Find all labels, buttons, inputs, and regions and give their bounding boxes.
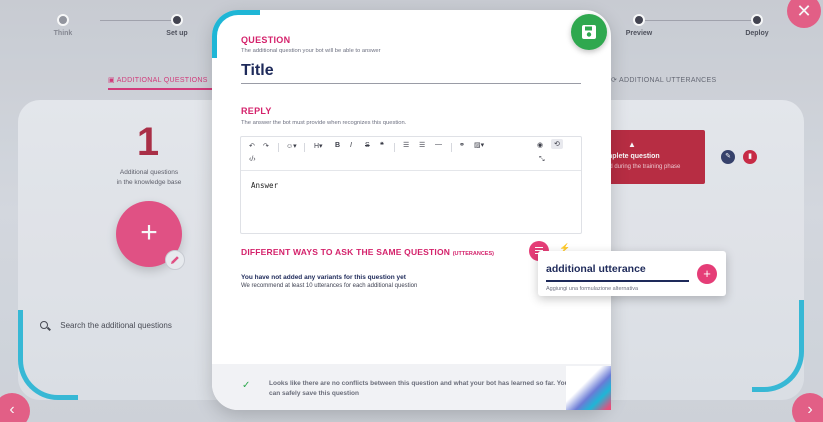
empty-state-title: You have not added any variants for this… [241,274,406,281]
toolbar-separator [451,143,452,152]
question-input[interactable]: Title [241,62,274,80]
fullscreen-icon[interactable]: ⤡ [539,156,545,164]
reply-heading: REPLY [241,106,272,116]
question-underline [241,83,581,84]
toolbar-separator [304,143,305,152]
decorative-arc [212,10,260,58]
bold-icon[interactable]: B [335,142,340,149]
utterances-heading-suffix: (UTTERANCES) [452,251,494,257]
add-utterance-popover: additional utterance Aggiungi una formul… [538,251,726,296]
conflict-status-text: Looks like there are no conflicts betwee… [269,380,569,397]
floppy-disk-icon [582,25,596,39]
utterances-heading-text: DIFFERENT WAYS TO ASK THE SAME QUESTION [241,247,451,257]
reply-text-area[interactable]: Answer [251,181,278,190]
save-button[interactable] [571,14,607,50]
code-icon[interactable]: ‹/› [249,156,256,163]
preview-eye-icon[interactable]: ◉ [537,141,543,149]
strikethrough-icon[interactable]: S [365,142,370,149]
horizontal-rule-icon[interactable]: — [435,141,442,148]
plus-icon: + [703,266,711,281]
editor-toolbar: ↶ ↷ ☺▾ H▾ B I S ❝ ☰ ☰ — ⚭ ▨▾ ◉ ⟲ ‹/› ⤡ [241,137,581,171]
question-subtitle: The additional question your bot will be… [241,48,381,54]
numbered-list-icon[interactable]: ☰ [419,141,425,149]
quote-icon[interactable]: ❝ [380,141,384,149]
emoji-icon[interactable]: ☺▾ [286,142,297,150]
heading-icon[interactable]: H▾ [314,142,323,150]
add-utterance-button[interactable]: + [697,264,717,284]
toolbar-separator [394,143,395,152]
decorative-corner [566,366,611,410]
bullet-list-icon[interactable]: ☰ [403,141,409,149]
utterance-input-hint: Aggiungi una formulazione alternativa [546,286,639,292]
utterance-input[interactable]: additional utterance [546,263,646,275]
image-icon[interactable]: ▨▾ [474,141,484,149]
undo-icon[interactable]: ↶ [249,142,255,150]
italic-icon[interactable]: I [350,142,352,149]
reply-subtitle: The answer the bot must provide when rec… [241,120,407,126]
link-icon[interactable]: ⚭ [459,141,465,149]
utterance-input-underline [546,280,689,282]
edit-question-modal: QUESTION The additional question your bo… [212,10,611,410]
redo-icon[interactable]: ↷ [263,142,269,150]
toolbar-separator [278,143,279,152]
empty-state-subtitle: We recommend at least 10 utterances for … [241,283,418,289]
utterances-heading: DIFFERENT WAYS TO ASK THE SAME QUESTION … [241,247,494,257]
check-icon: ✓ [242,380,251,391]
reply-editor: ↶ ↷ ☺▾ H▾ B I S ❝ ☰ ☰ — ⚭ ▨▾ ◉ ⟲ ‹/› ⤡ A… [240,136,582,234]
sync-scroll-icon[interactable]: ⟲ [551,139,563,149]
list-icon-bar [535,247,543,249]
